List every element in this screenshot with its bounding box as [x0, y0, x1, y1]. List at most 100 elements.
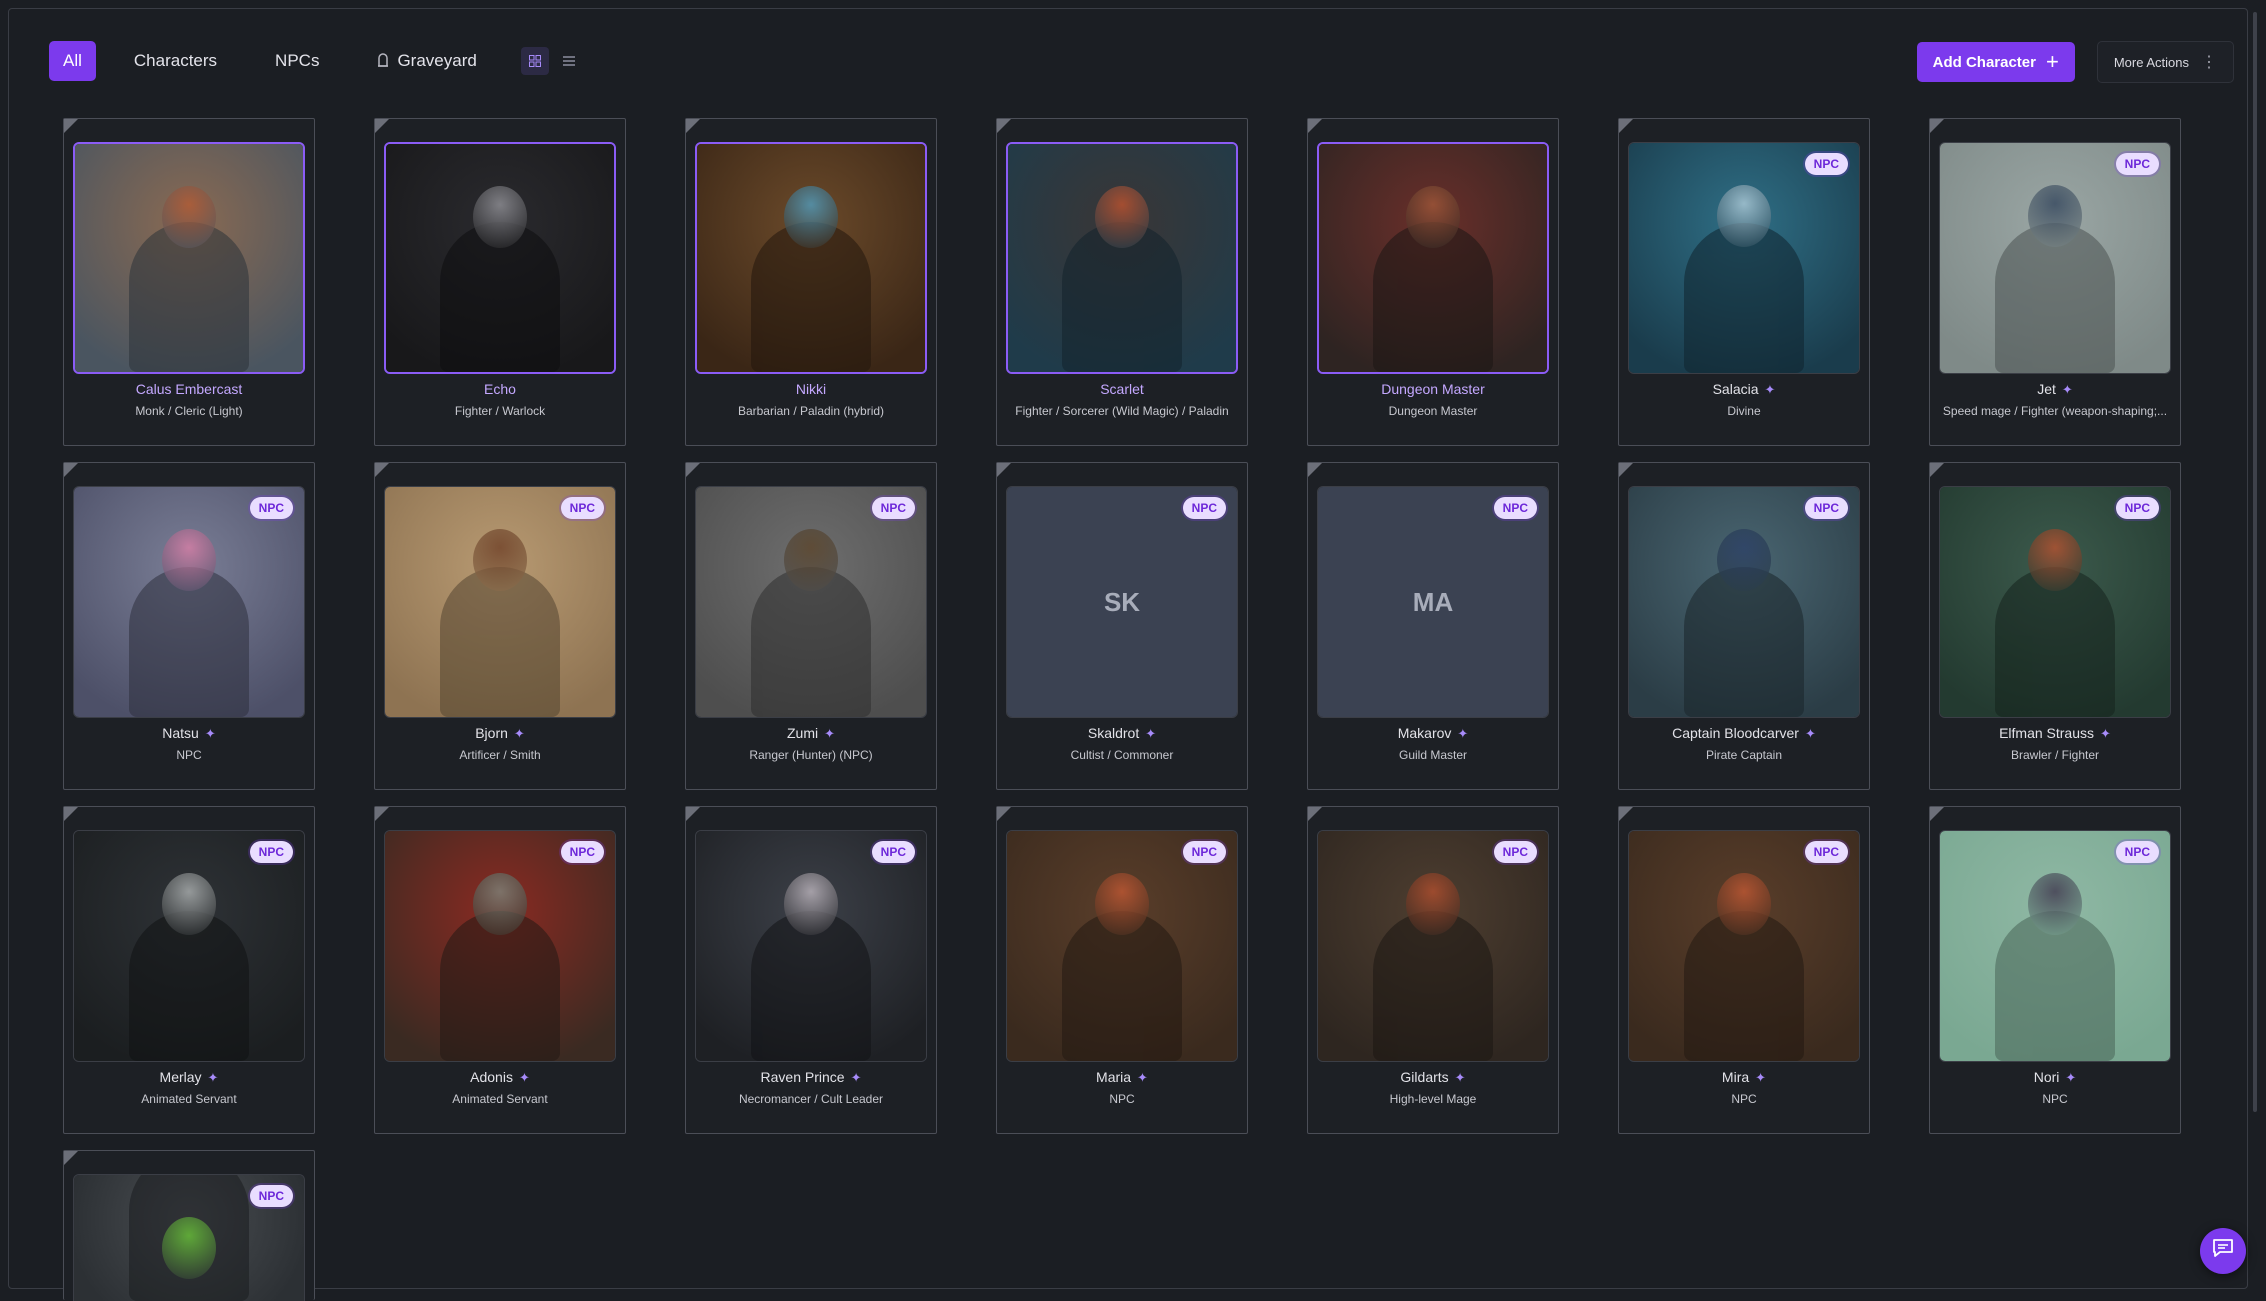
- portrait-head: [162, 529, 216, 591]
- character-class: NPC: [176, 748, 202, 762]
- character-name: Makarov ✦: [1308, 725, 1558, 742]
- tab-graveyard[interactable]: Graveyard: [357, 41, 496, 81]
- character-name-text: Zumi: [786, 725, 819, 741]
- character-name: Mira ✦: [1619, 1069, 1869, 1086]
- character-name: Bjorn ✦: [375, 725, 625, 742]
- character-card[interactable]: Nikki Barbarian / Paladin (hybrid): [685, 118, 937, 446]
- scrollbar[interactable]: [2253, 12, 2257, 1112]
- character-card[interactable]: NPC: [63, 1150, 315, 1301]
- tab-all[interactable]: All: [49, 41, 96, 81]
- character-card[interactable]: NPC Bjorn ✦ Artificer / Smith: [374, 462, 626, 790]
- tab-npcs[interactable]: NPCs: [255, 41, 339, 81]
- character-portrait: NPC: [384, 486, 616, 718]
- npc-badge: NPC: [560, 841, 604, 863]
- character-portrait: [1006, 142, 1238, 374]
- portrait-head: [784, 186, 838, 248]
- character-name: Jet ✦: [1930, 381, 2180, 398]
- npc-badge: NPC: [871, 497, 915, 519]
- portrait-head: [784, 873, 838, 935]
- list-view-icon[interactable]: [555, 47, 583, 75]
- more-actions-label: More Actions: [2113, 54, 2189, 70]
- plus-icon: +: [2045, 49, 2059, 74]
- more-actions-button[interactable]: More Actions ⋮: [2096, 41, 2234, 83]
- portrait-head: [473, 186, 527, 248]
- character-card[interactable]: Dungeon Master Dungeon Master: [1307, 118, 1559, 446]
- tab-characters[interactable]: Characters: [114, 41, 237, 81]
- character-name: Nori ✦: [1930, 1069, 2180, 1086]
- view-toggle: [520, 47, 583, 75]
- character-card[interactable]: NPC Salacia ✦ Divine: [1618, 118, 1870, 446]
- character-card[interactable]: NPC Merlay ✦ Animated Servant: [63, 806, 315, 1134]
- character-portrait: NPC: [1006, 830, 1238, 1062]
- character-card[interactable]: Echo Fighter / Warlock: [374, 118, 626, 446]
- portrait-art: [696, 487, 926, 717]
- character-name: Elfman Strauss ✦: [1930, 725, 2180, 742]
- portrait-head: [2028, 873, 2082, 935]
- character-card[interactable]: Scarlet Fighter / Sorcerer (Wild Magic) /…: [996, 118, 1248, 446]
- character-card[interactable]: NPC Captain Bloodcarver ✦ Pirate Captain: [1618, 462, 1870, 790]
- portrait-art: [1940, 831, 2170, 1061]
- portrait-head: [1406, 873, 1460, 935]
- character-card[interactable]: NPC Gildarts ✦ High-level Mage: [1307, 806, 1559, 1134]
- character-portrait: NPC: [384, 830, 616, 1062]
- character-class: Brawler / Fighter: [2010, 748, 2100, 762]
- character-card[interactable]: NPC Nori ✦ NPC: [1929, 806, 2181, 1134]
- character-name-text: Dungeon Master: [1381, 381, 1485, 397]
- sparkle-icon: ✦: [2100, 726, 2111, 741]
- tab-label: All: [63, 51, 82, 70]
- character-name-text: Captain Bloodcarver: [1672, 725, 1799, 741]
- character-name-text: Nori: [2033, 1069, 2060, 1085]
- add-character-button[interactable]: Add Character +: [1916, 42, 2075, 82]
- sparkle-icon: ✦: [824, 726, 836, 741]
- character-card[interactable]: NPC Zumi ✦ Ranger (Hunter) (NPC): [685, 462, 937, 790]
- character-card[interactable]: Calus Embercast Monk / Cleric (Light): [63, 118, 315, 446]
- character-card[interactable]: NPC Mira ✦ NPC: [1618, 806, 1870, 1134]
- character-card[interactable]: NPC Maria ✦ NPC: [996, 806, 1248, 1134]
- portrait-head: [162, 873, 216, 935]
- character-card[interactable]: NPC Natsu ✦ NPC: [63, 462, 315, 790]
- character-name-text: Jet: [2037, 381, 2056, 397]
- grid-view-icon[interactable]: [520, 47, 549, 75]
- character-class: Necromancer / Cult Leader: [738, 1092, 884, 1106]
- portrait-art: [1629, 831, 1859, 1061]
- portrait-art: [1629, 487, 1859, 717]
- character-name-text: Mira: [1721, 1069, 1750, 1085]
- character-portrait: NPC: [73, 486, 305, 718]
- sparkle-icon: ✦: [1137, 1070, 1148, 1085]
- character-name-text: Echo: [484, 381, 516, 397]
- character-name-text: Makarov: [1397, 725, 1452, 741]
- sparkle-icon: ✦: [1454, 1070, 1466, 1085]
- character-card[interactable]: MA NPC Makarov ✦ Guild Master: [1307, 462, 1559, 790]
- character-name: Zumi ✦: [686, 725, 936, 742]
- character-card[interactable]: SK NPC Skaldrot ✦ Cultist / Commoner: [996, 462, 1248, 790]
- character-class: NPC: [2042, 1092, 2068, 1106]
- portrait-art: [385, 487, 615, 717]
- filter-tabs: All Characters NPCs Graveyard: [49, 41, 583, 81]
- portrait-head: [1717, 873, 1771, 935]
- character-name: Salacia ✦: [1619, 381, 1869, 398]
- portrait-art: [1319, 144, 1547, 372]
- npc-badge: NPC: [249, 497, 293, 519]
- character-class: Guild Master: [1398, 748, 1468, 762]
- character-portrait: [384, 142, 616, 374]
- npc-badge: NPC: [871, 841, 915, 863]
- character-name: Captain Bloodcarver ✦: [1619, 725, 1869, 742]
- portrait-art: [696, 831, 926, 1061]
- npc-badge: NPC: [1182, 497, 1226, 519]
- portrait-head: [1095, 873, 1149, 935]
- tab-label: NPCs: [275, 51, 320, 70]
- portrait-art: [1940, 487, 2170, 717]
- character-card[interactable]: NPC Elfman Strauss ✦ Brawler / Fighter: [1929, 462, 2181, 790]
- npc-badge: NPC: [1493, 841, 1537, 863]
- character-name: Calus Embercast: [64, 381, 314, 397]
- character-card[interactable]: NPC Jet ✦ Speed mage / Fighter (weapon-shap…: [1929, 118, 2181, 446]
- sparkle-icon: ✦: [207, 1070, 219, 1085]
- npc-badge: NPC: [2115, 841, 2159, 863]
- chat-button[interactable]: [2200, 1228, 2246, 1274]
- character-card[interactable]: NPC Raven Prince ✦ Necromancer / Cult Leade…: [685, 806, 937, 1134]
- portrait-head: [784, 529, 838, 591]
- portrait-art: [1007, 831, 1237, 1061]
- character-card[interactable]: NPC Adonis ✦ Animated Servant: [374, 806, 626, 1134]
- character-name-text: Maria: [1096, 1069, 1132, 1085]
- portrait-art: [75, 144, 303, 372]
